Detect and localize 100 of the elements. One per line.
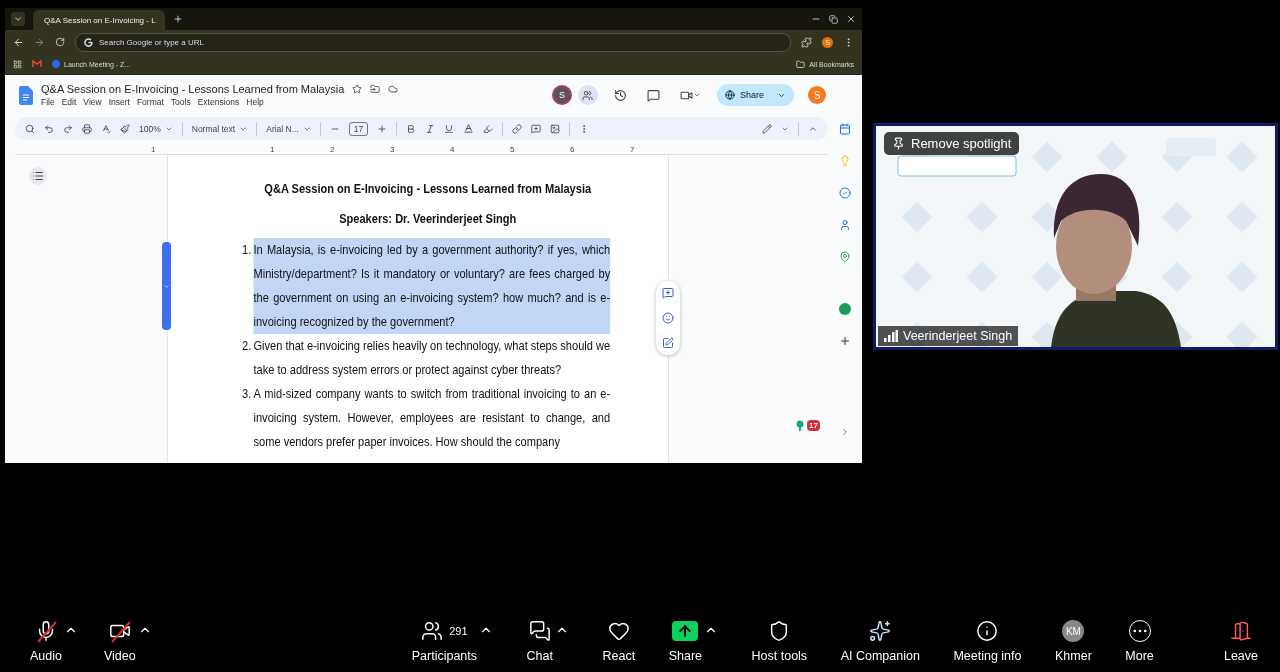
menu-item[interactable]: Extensions	[197, 97, 240, 107]
share-button[interactable]: Share	[716, 84, 794, 106]
link-icon[interactable]	[512, 123, 523, 134]
menu-item[interactable]: Help	[246, 97, 264, 107]
info-icon	[976, 620, 999, 642]
remove-spotlight-button[interactable]: Remove spotlight	[884, 132, 1020, 155]
leave-button[interactable]: Leave	[1223, 619, 1258, 663]
present-button[interactable]	[577, 85, 598, 105]
ruler-number: 6	[570, 145, 576, 154]
camera-off-icon	[108, 620, 131, 642]
address-placeholder: Search Google or type a URL	[99, 37, 204, 47]
share-button[interactable]: Share	[668, 619, 702, 663]
audio-button[interactable]: Audio	[30, 619, 62, 663]
chevron-icon	[163, 282, 170, 290]
paint-format-icon[interactable]	[120, 123, 130, 134]
share-icon	[672, 621, 699, 641]
collaborator-avatar[interactable]: S	[553, 87, 570, 103]
tab-list-button[interactable]	[11, 12, 25, 26]
comments-icon[interactable]	[646, 88, 660, 102]
add-comment-icon[interactable]	[662, 287, 674, 300]
editing-mode-icon[interactable]	[762, 123, 772, 134]
ruler-number: 3	[390, 145, 396, 154]
ruler-number: 1	[151, 145, 157, 154]
react-button[interactable]: React	[602, 619, 636, 663]
calendar-icon[interactable]	[839, 123, 851, 135]
signal-icon	[884, 330, 898, 342]
extensions-icon[interactable]	[801, 36, 812, 48]
outline-icon[interactable]	[29, 167, 47, 185]
font-dropdown[interactable]: Arial N...	[266, 123, 311, 134]
notification-count: 17	[807, 420, 820, 431]
add-comment-icon[interactable]	[531, 123, 542, 134]
browser-tab[interactable]: Q&A Session on E-Invoicing - L	[33, 10, 165, 30]
menu-item[interactable]: Insert	[108, 97, 130, 107]
participants-button[interactable]: 291 Participants	[411, 619, 478, 663]
chat-button[interactable]: Chat	[526, 619, 553, 663]
menu-item[interactable]: Edit	[61, 97, 77, 107]
text-color-icon[interactable]	[463, 123, 475, 134]
chevron-icon	[13, 14, 23, 24]
maps-icon[interactable]	[839, 251, 851, 263]
reload-icon[interactable]	[55, 37, 65, 47]
increase-size-icon[interactable]	[377, 123, 388, 134]
forward-icon[interactable]	[34, 36, 45, 48]
pin-icon	[796, 420, 805, 431]
participant-name: Veerinderjeet Singh	[903, 329, 1013, 343]
underline-icon[interactable]	[444, 123, 455, 134]
redo-icon[interactable]	[63, 123, 73, 134]
outline-handle[interactable]	[162, 242, 171, 330]
favicon-icon	[52, 60, 60, 68]
muted-mic-icon	[35, 620, 57, 642]
avatar-button[interactable]: KM Khmer	[1055, 619, 1092, 663]
addon-badge[interactable]: 17	[793, 418, 823, 433]
zoom-dropdown[interactable]: 100%	[139, 123, 173, 134]
suggest-edit-icon[interactable]	[662, 336, 674, 349]
contacts-icon[interactable]	[839, 219, 851, 231]
more-button[interactable]: More	[1125, 619, 1154, 663]
docs-logo-icon[interactable]	[19, 85, 33, 105]
star-icon[interactable]	[352, 84, 363, 94]
expand-icon[interactable]	[840, 427, 850, 437]
move-icon[interactable]	[370, 84, 381, 94]
emoji-icon[interactable]	[662, 312, 674, 324]
info-button[interactable]: Meeting info	[953, 619, 1022, 663]
video-button[interactable]: Video	[104, 619, 136, 663]
host-button[interactable]: Host tools	[751, 619, 808, 663]
history-icon[interactable]	[613, 88, 627, 102]
list-number: 2.	[242, 337, 251, 355]
image-icon[interactable]	[550, 123, 561, 134]
question-text: A mid-sized company wants to switch from traditional invoicing to an e-invoicing system. However, employees are resistant to change, and some vendors prefer paper invoices. How should the company	[253, 385, 611, 451]
menu-item[interactable]: View	[83, 97, 102, 107]
back-icon[interactable]	[13, 36, 24, 48]
menu-item[interactable]: File	[41, 97, 55, 107]
ai-button[interactable]: AI Companion	[840, 619, 920, 663]
apps-icon[interactable]	[13, 59, 22, 69]
menu-item[interactable]: Format	[136, 97, 164, 107]
font-size-field[interactable]: 17	[348, 121, 369, 136]
restore-icon[interactable]	[829, 14, 838, 24]
spellcheck-icon[interactable]	[101, 123, 111, 134]
undo-icon[interactable]	[44, 123, 54, 134]
style-dropdown[interactable]: Normal text	[191, 123, 248, 134]
search-icon[interactable]	[25, 123, 35, 134]
highlight-icon[interactable]	[483, 123, 494, 134]
italic-icon[interactable]	[425, 123, 436, 134]
document-title[interactable]: Q&A Session on E-Invoicing - Lessons Learned from Malaysia	[41, 83, 345, 95]
ruler-number: 2	[330, 145, 336, 154]
leave-icon	[1229, 620, 1252, 642]
close-icon[interactable]	[846, 14, 856, 24]
print-icon[interactable]	[82, 123, 92, 134]
list-number: 3.	[242, 385, 251, 403]
document-subheading: Speakers: Dr. Veerinderjeet Singh	[338, 210, 518, 228]
new-tab-icon[interactable]	[173, 14, 183, 24]
mail-icon[interactable]	[32, 60, 42, 68]
bold-icon[interactable]	[406, 123, 417, 134]
people-icon	[582, 89, 594, 101]
address-bar[interactable]: Search Google or type a URL	[75, 32, 791, 52]
ruler-number: 5	[510, 145, 516, 154]
addon-icon[interactable]	[839, 303, 851, 315]
question-text: Given that e-invoicing relies heavily on technology, what steps should we take to address system errors or protect against cyber threats?	[253, 337, 611, 379]
add-icon[interactable]	[839, 335, 851, 347]
menu-item[interactable]: Tools	[170, 97, 191, 107]
chat-icon	[528, 620, 551, 642]
tasks-icon[interactable]	[839, 187, 851, 199]
